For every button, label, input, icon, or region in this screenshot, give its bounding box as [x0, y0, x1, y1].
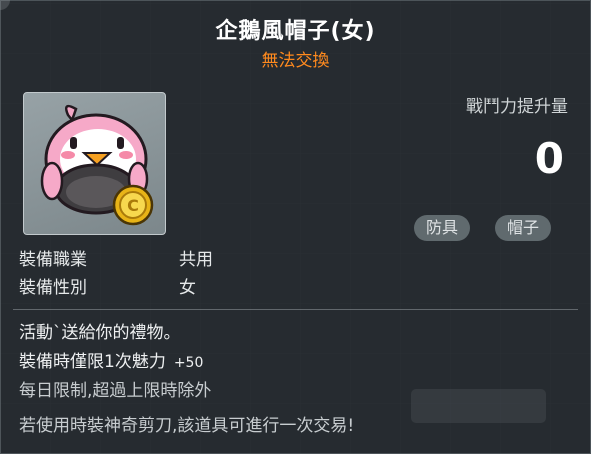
combat-power-label: 戰鬥力提升量 [466, 97, 568, 117]
equip-gender-row: 裝備性別 女 [19, 273, 196, 298]
equip-job-label: 裝備職業 [19, 250, 87, 270]
item-icon-frame: C [23, 92, 166, 235]
svg-text:C: C [127, 196, 139, 215]
category-tag-hat: 帽子 [495, 215, 552, 241]
equip-gender-value: 女 [179, 278, 196, 298]
charm-bonus-value: +50 [173, 355, 204, 371]
item-name: 企鵝風帽子(女) [215, 19, 376, 44]
combat-power-value: 0 [534, 134, 564, 183]
gold-coin-icon: C [112, 184, 154, 226]
equip-job-value: 共用 [179, 250, 213, 270]
description-line-2: 裝備時僅限1次魅力 +50 [19, 347, 203, 372]
description-line-1: 活動`送給你的禮物。 [19, 323, 181, 343]
category-tag-armor: 防具 [414, 215, 471, 241]
charm-limit-text: 裝備時僅限1次魅力 [19, 352, 166, 372]
description-line-3: 每日限制,超過上限時除外 [19, 381, 212, 401]
item-tooltip: 企鵝風帽子(女) 無法交換 C 戰鬥力提升量 0 防具 帽子 裝備職業 共用 裝… [0, 0, 591, 454]
equip-gender-label: 裝備性別 [19, 278, 87, 298]
trade-status: 無法交換 [261, 51, 330, 71]
description-line-4: 若使用時裝神奇剪刀,該道具可進行一次交易! [19, 416, 355, 436]
section-divider [13, 309, 578, 310]
background-button [411, 389, 546, 423]
equip-job-row: 裝備職業 共用 [19, 245, 213, 270]
